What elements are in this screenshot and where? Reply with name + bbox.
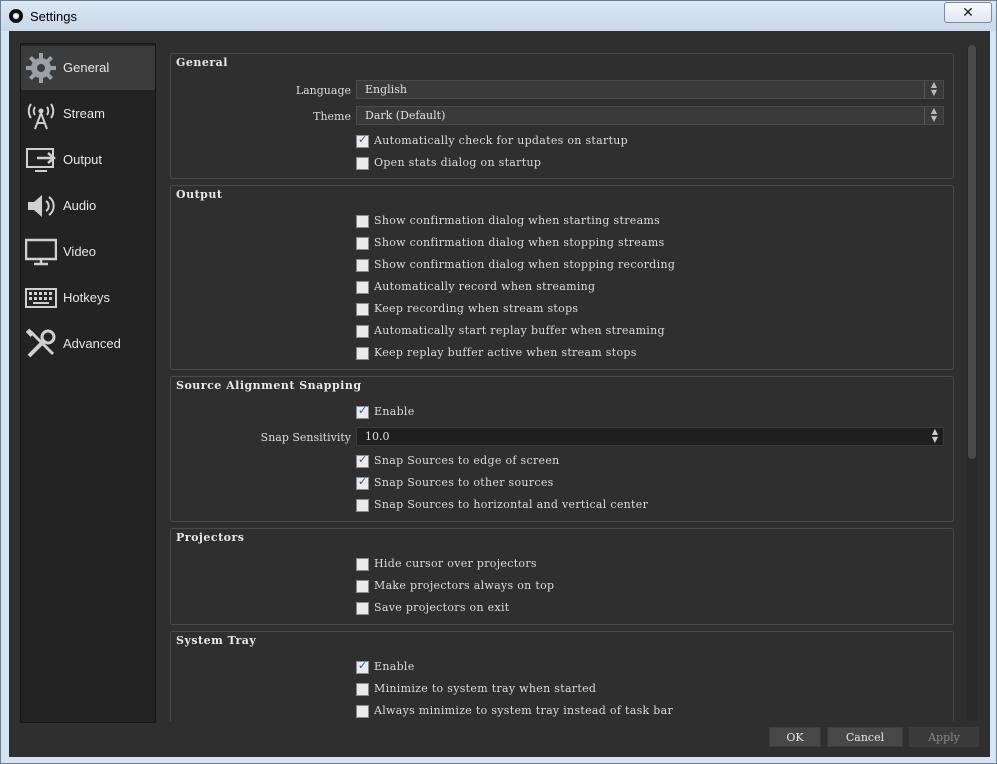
general-group: General Language English ▲ ▼ Theme Dark (… xyxy=(170,53,954,179)
settings-window: Settings ✕ General Stream Output Audio V… xyxy=(0,0,997,764)
speaker-icon xyxy=(28,195,55,217)
sidebar-item-label: Advanced xyxy=(63,336,121,351)
sidebar-item-hotkeys[interactable]: Hotkeys xyxy=(21,276,155,320)
checkbox-label: Automatically start replay buffer when s… xyxy=(374,324,665,337)
checkbox-box xyxy=(356,133,369,148)
checkbox-box xyxy=(356,558,369,571)
checkbox-label: Keep recording when stream stops xyxy=(374,302,579,315)
checkbox-label: Snap Sources to horizontal and vertical … xyxy=(374,498,649,511)
checkbox-label: Make projectors always on top xyxy=(374,579,555,592)
checkbox-box xyxy=(356,281,369,294)
checkbox-label: Show confirmation dialog when starting s… xyxy=(374,214,661,227)
sidebar-item-label: Audio xyxy=(63,198,97,213)
settings-client: General Stream Output Audio Video Hotkey… xyxy=(9,31,990,757)
checkbox-box xyxy=(356,325,369,338)
checkbox-label: Automatically record when streaming xyxy=(374,280,596,293)
checkbox-box xyxy=(356,453,369,468)
snap-sensitivity-spinbox[interactable]: 10.0 ▲ ▼ xyxy=(356,427,944,446)
sidebar: General Stream Output Audio Video Hotkey… xyxy=(20,43,156,723)
snap-sensitivity-value: 10.0 xyxy=(365,430,390,443)
checkbox-box xyxy=(356,659,369,674)
settings-content: General Language English ▲ ▼ Theme Dark (… xyxy=(170,53,956,721)
sidebar-item-label: General xyxy=(63,60,110,75)
sidebar-item-video[interactable]: Video xyxy=(21,230,155,274)
apply-button[interactable]: Apply xyxy=(909,727,979,747)
checkbox-label: Snap Sources to edge of screen xyxy=(374,454,560,467)
sidebar-item-stream[interactable]: Stream xyxy=(21,92,155,136)
checkbox-box xyxy=(356,259,369,272)
checkbox-box xyxy=(356,580,369,593)
group-title: Output xyxy=(176,188,223,201)
ok-button[interactable]: OK xyxy=(769,727,821,747)
obs-logo-icon xyxy=(9,9,23,23)
checkbox-label: Hide cursor over projectors xyxy=(374,557,537,570)
updown-arrows-icon: ▲ ▼ xyxy=(924,81,943,98)
system-tray-group: System Tray Enable Minimize to system tr… xyxy=(170,631,954,721)
window-title: Settings xyxy=(30,9,77,24)
cancel-button[interactable]: Cancel xyxy=(827,727,903,747)
sidebar-item-label: Hotkeys xyxy=(63,290,110,305)
checkbox-label: Enable xyxy=(374,405,415,418)
group-title: System Tray xyxy=(176,634,257,647)
checkbox-box xyxy=(356,157,369,170)
gear-icon xyxy=(26,53,56,83)
sidebar-item-general[interactable]: General xyxy=(21,46,155,90)
theme-select[interactable]: Dark (Default) ▲ ▼ xyxy=(356,106,944,125)
checkbox-box xyxy=(356,237,369,250)
group-title: General xyxy=(176,56,228,69)
theme-label: Theme xyxy=(313,110,351,123)
spin-arrows-icon[interactable]: ▲ ▼ xyxy=(927,428,943,445)
content-scrollbar[interactable] xyxy=(967,45,977,721)
monitor-icon xyxy=(25,238,57,266)
checkbox-label: Always minimize to system tray instead o… xyxy=(374,704,674,717)
language-label: Language xyxy=(295,84,351,97)
keyboard-icon xyxy=(25,288,57,308)
checkbox-label: Keep replay buffer active when stream st… xyxy=(374,346,637,359)
snap-sensitivity-label: Snap Sensitivity xyxy=(260,431,351,444)
tools-icon xyxy=(25,328,56,358)
language-value: English xyxy=(365,83,407,96)
updown-arrows-icon: ▲ ▼ xyxy=(924,107,943,124)
checkbox-box xyxy=(356,404,369,419)
theme-value: Dark (Default) xyxy=(365,109,446,122)
checkbox-box xyxy=(356,602,369,615)
checkbox-box xyxy=(356,303,369,316)
checkbox-label: Show confirmation dialog when stopping s… xyxy=(374,236,665,249)
snapping-group: Source Alignment Snapping Enable Snap Se… xyxy=(170,376,954,522)
sidebar-item-label: Output xyxy=(63,152,103,167)
scrollbar-thumb[interactable] xyxy=(968,45,976,459)
output-group: Output Show confirmation dialog when sta… xyxy=(170,185,954,370)
checkbox-label: Save projectors on exit xyxy=(374,601,510,614)
sidebar-item-label: Video xyxy=(63,244,97,259)
language-select[interactable]: English ▲ ▼ xyxy=(356,80,944,99)
sidebar-item-audio[interactable]: Audio xyxy=(21,184,155,228)
checkbox-label: Snap Sources to other sources xyxy=(374,476,554,489)
checkbox-label: Show confirmation dialog when stopping r… xyxy=(374,258,676,271)
broadcast-icon xyxy=(27,103,55,130)
checkbox-box xyxy=(356,475,369,490)
output-icon xyxy=(26,148,56,172)
sidebar-item-label: Stream xyxy=(63,106,105,121)
group-title: Source Alignment Snapping xyxy=(176,379,362,392)
sidebar-item-output[interactable]: Output xyxy=(21,138,155,182)
sidebar-item-advanced[interactable]: Advanced xyxy=(21,322,155,366)
checkbox-box xyxy=(356,683,369,696)
title-bar: Settings ✕ xyxy=(1,1,996,31)
checkbox-box xyxy=(356,347,369,360)
checkbox-label: Enable xyxy=(374,660,415,673)
checkbox-label: Automatically check for updates on start… xyxy=(374,134,629,147)
close-button[interactable]: ✕ xyxy=(944,2,992,23)
checkbox-box xyxy=(356,705,369,718)
group-title: Projectors xyxy=(176,531,245,544)
checkbox-label: Open stats dialog on startup xyxy=(374,156,542,169)
checkbox-box xyxy=(356,215,369,228)
checkbox-label: Minimize to system tray when started xyxy=(374,682,597,695)
checkbox-box xyxy=(356,499,369,512)
projectors-group: Projectors Hide cursor over projectors M… xyxy=(170,528,954,625)
